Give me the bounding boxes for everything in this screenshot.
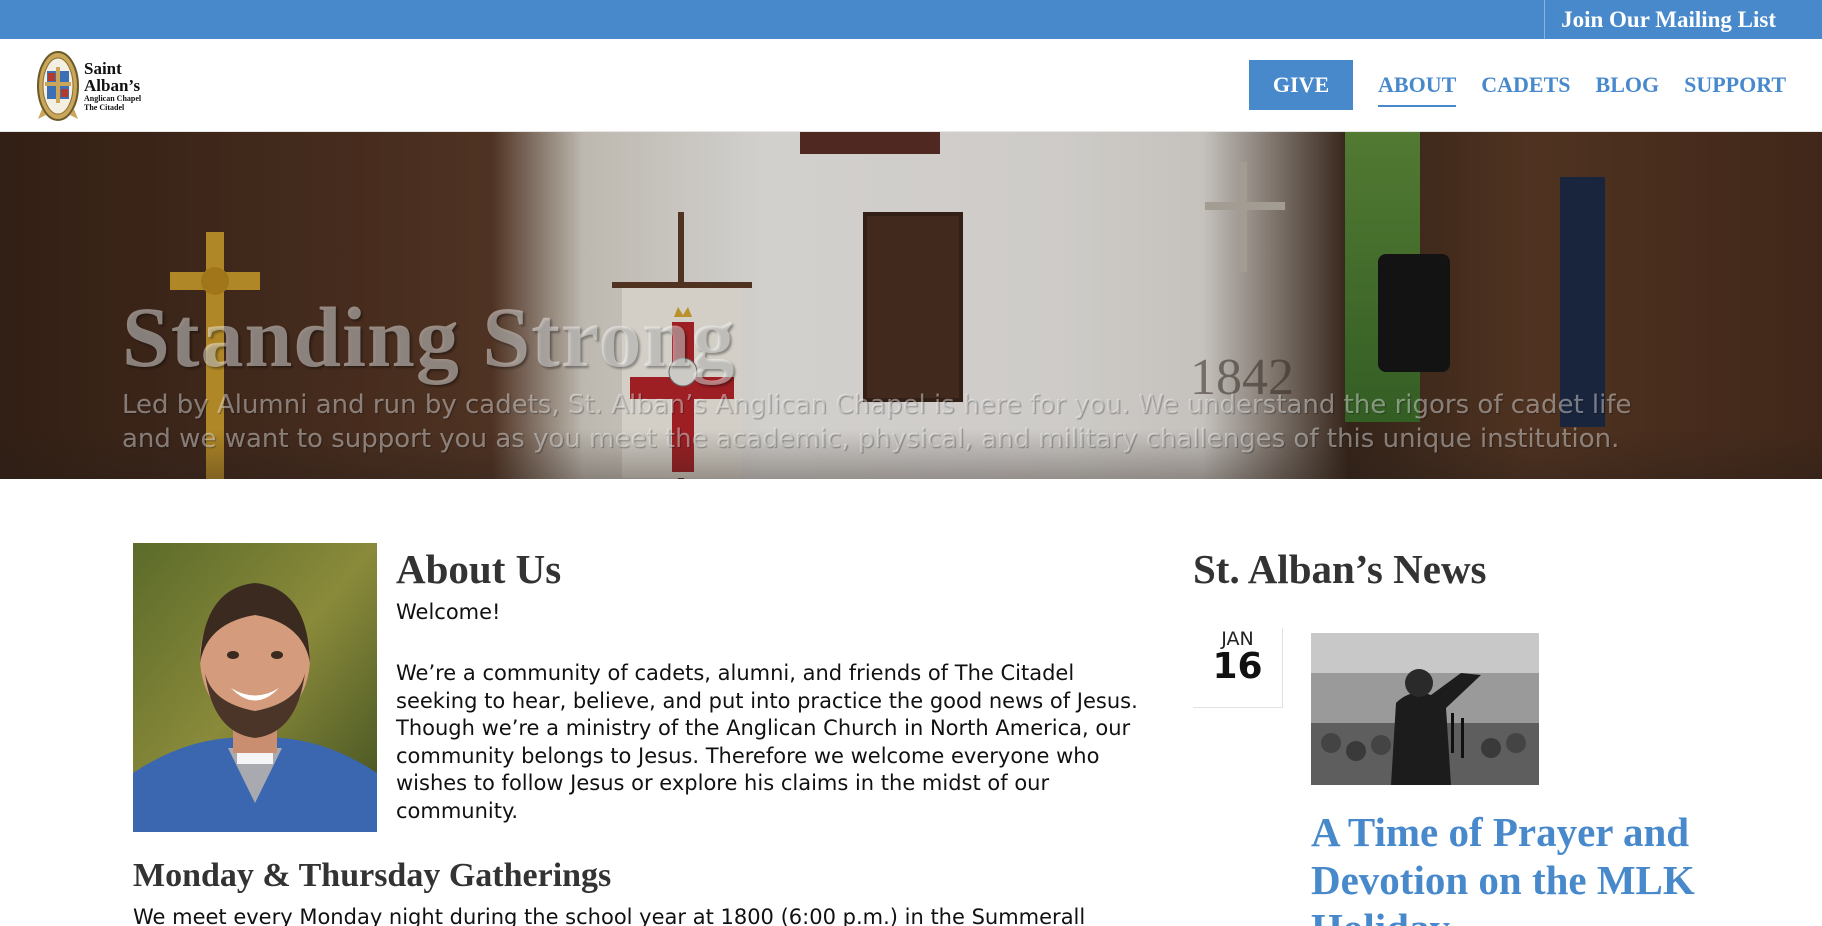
top-bar: Join Our Mailing List (0, 0, 1822, 39)
give-button[interactable]: GIVE (1249, 60, 1354, 110)
hero-banner: 1842 Standing Strong Led by Alumni and r… (0, 132, 1822, 479)
logo-line-4: The Citadel (84, 103, 125, 112)
logo-line-3: Anglican Chapel (84, 94, 142, 103)
logo-wordmark: Saint Alban’s Anglican Chapel The Citade… (84, 60, 141, 112)
nav-support[interactable]: SUPPORT (1684, 63, 1786, 107)
crest-icon (37, 51, 79, 121)
hero-title: Standing Strong (122, 289, 736, 385)
about-welcome: Welcome! (396, 600, 501, 624)
hero-text: Led by Alumni and run by cadets, St. Alb… (122, 390, 1632, 454)
about-title: About Us (396, 546, 562, 592)
main-nav: GIVE ABOUT CADETS BLOG SUPPORT (1249, 60, 1786, 110)
nav-about[interactable]: ABOUT (1378, 63, 1457, 107)
news-headline-link[interactable]: A Time of Prayer and Devotion on the MLK… (1311, 808, 1711, 926)
about-body: We’re a community of cadets, alumni, and… (396, 661, 1138, 823)
nav-blog[interactable]: BLOG (1596, 63, 1660, 107)
chaplain-photo (133, 543, 377, 832)
news-date: JAN 16 (1193, 628, 1283, 708)
mailing-list-link[interactable]: Join Our Mailing List (1544, 0, 1792, 39)
site-header: Saint Alban’s Anglican Chapel The Citade… (0, 39, 1822, 132)
logo-line-2: Alban’s (84, 76, 141, 95)
gatherings-title: Monday & Thursday Gatherings (133, 857, 612, 894)
logo-line-1: Saint (84, 59, 122, 78)
news-title: St. Alban’s News (1193, 546, 1487, 592)
news-thumbnail[interactable] (1311, 633, 1539, 785)
site-logo[interactable]: Saint Alban’s Anglican Chapel The Citade… (36, 47, 141, 125)
gatherings-text: We meet every Monday night during the sc… (133, 905, 1086, 926)
news-date-day: 16 (1212, 646, 1263, 687)
nav-cadets[interactable]: CADETS (1481, 63, 1570, 107)
